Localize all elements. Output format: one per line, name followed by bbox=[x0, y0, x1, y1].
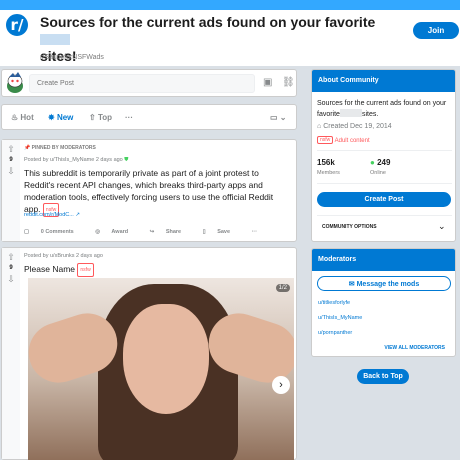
upvote-icon[interactable]: ⇧ bbox=[6, 144, 16, 155]
save-button[interactable]: ▯ Save bbox=[203, 229, 240, 235]
message-mods-button[interactable]: ✉ Message the mods bbox=[317, 276, 451, 291]
link-icon[interactable]: ⛓ bbox=[282, 77, 295, 88]
vote-score: 9 bbox=[9, 265, 13, 271]
members-label: Members bbox=[317, 170, 340, 176]
share-icon: ↪ bbox=[149, 229, 155, 235]
top-icon: ⇧ bbox=[89, 113, 96, 122]
post-image-gallery[interactable]: 1/2 › bbox=[28, 278, 294, 460]
award-button[interactable]: ◎ Award bbox=[95, 229, 138, 235]
sort-more[interactable]: ··· bbox=[125, 113, 133, 122]
upvote-icon[interactable]: ⇧ bbox=[6, 252, 16, 263]
view-toggle[interactable]: ▭ ⌄ bbox=[270, 113, 287, 122]
top-banner bbox=[0, 0, 460, 10]
vote-column: ⇧ 9 ⇩ bbox=[2, 248, 20, 459]
moderator-link[interactable]: u/titliesforlyfe bbox=[318, 300, 350, 306]
redacted-text bbox=[40, 34, 70, 45]
community-description: Sources for the current ads found on you… bbox=[317, 100, 447, 118]
back-to-top-button[interactable]: Back to Top bbox=[357, 369, 409, 384]
bookmark-icon: ▯ bbox=[202, 229, 206, 235]
created-date: ⌂ Created Dec 19, 2014 bbox=[317, 123, 392, 130]
create-post-input[interactable] bbox=[29, 74, 255, 93]
cake-icon: ⌂ bbox=[317, 123, 322, 130]
redacted-text bbox=[339, 109, 362, 117]
join-button[interactable]: Join bbox=[413, 22, 459, 39]
moderator-link[interactable]: u/pornpanther bbox=[318, 330, 352, 336]
create-post-button[interactable]: Create Post bbox=[317, 192, 451, 207]
external-link-icon: ↗ bbox=[75, 212, 80, 218]
card-view-icon: ▭ bbox=[270, 113, 278, 122]
pinned-post[interactable]: ⇧ 9 ⇩ 📌 PINNED BY MODERATORS Posted by u… bbox=[1, 139, 297, 242]
downvote-icon[interactable]: ⇩ bbox=[6, 166, 16, 177]
divider bbox=[317, 183, 452, 184]
adult-content-label: nsfw Adult content bbox=[317, 136, 370, 144]
flame-icon: ♨ bbox=[11, 113, 19, 122]
online-label: Online bbox=[370, 170, 386, 176]
mail-icon: ✉ bbox=[348, 280, 355, 288]
shield-icon: ⛊ bbox=[124, 157, 129, 163]
about-community-card: About Community Sources for the current … bbox=[311, 69, 456, 242]
online-count: ● 249 bbox=[370, 158, 391, 167]
moderator-link[interactable]: u/ThisIs_MyName bbox=[318, 315, 362, 321]
share-button[interactable]: ↪ Share bbox=[150, 229, 191, 235]
nsfw-tag: nsfw bbox=[77, 263, 94, 277]
subreddit-icon: r/ bbox=[4, 12, 30, 38]
post-title[interactable]: This subreddit is temporarily private as… bbox=[24, 167, 290, 217]
post-actions: ▢ 0 Comments ◎ Award ↪ Share ▯ Save ··· bbox=[24, 229, 267, 235]
sort-bar: ♨ Hot ✸ New ⇧ Top ··· ▭ ⌄ bbox=[1, 104, 297, 130]
sparkle-icon: ✸ bbox=[48, 113, 55, 122]
award-icon: ◎ bbox=[95, 229, 101, 235]
post[interactable]: ⇧ 9 ⇩ Posted by u/xBrunks 2 days ago Ple… bbox=[1, 247, 297, 460]
moderators-heading: Moderators bbox=[312, 249, 455, 271]
comments-button[interactable]: ▢ 0 Comments bbox=[24, 229, 84, 235]
about-heading: About Community bbox=[312, 70, 455, 92]
post-title[interactable]: Please Name nsfw bbox=[24, 263, 290, 277]
user-avatar[interactable] bbox=[5, 72, 25, 94]
chevron-right-icon: › bbox=[279, 379, 283, 391]
subreddit-name: r/SauceforNSFWads bbox=[40, 54, 104, 61]
subreddit-header: r/ Sources for the current ads found on … bbox=[0, 10, 460, 66]
sort-top[interactable]: ⇧ Top bbox=[89, 113, 112, 122]
post-link[interactable]: reddit.com/r/ModC... ↗ bbox=[24, 212, 80, 218]
sort-hot[interactable]: ♨ Hot bbox=[11, 113, 34, 122]
photo-face bbox=[123, 304, 209, 414]
vote-score: 9 bbox=[9, 157, 13, 163]
sort-new[interactable]: ✸ New bbox=[48, 113, 73, 122]
pin-icon: 📌 bbox=[24, 145, 31, 151]
chevron-down-icon: ⌄ bbox=[279, 113, 287, 122]
downvote-icon[interactable]: ⇩ bbox=[6, 274, 16, 285]
more-options-button[interactable]: ··· bbox=[252, 229, 258, 235]
online-dot-icon: ● bbox=[370, 158, 375, 167]
community-options[interactable]: COMMUNITY OPTIONS bbox=[322, 224, 377, 230]
gallery-counter: 1/2 bbox=[275, 284, 290, 292]
post-meta: Posted by u/ThisIs_MyName 2 days ago ⛊ bbox=[24, 157, 129, 163]
divider bbox=[317, 150, 452, 151]
next-image-button[interactable]: › bbox=[272, 376, 290, 394]
create-post-bar: ▣ ⛓ bbox=[1, 69, 297, 97]
view-all-moderators-link[interactable]: VIEW ALL MODERATORS bbox=[384, 345, 445, 351]
chevron-down-icon[interactable]: ⌄ bbox=[438, 221, 446, 232]
image-icon[interactable]: ▣ bbox=[263, 77, 272, 88]
post-meta: Posted by u/xBrunks 2 days ago bbox=[24, 253, 103, 259]
divider bbox=[317, 215, 452, 216]
moderators-card: Moderators ✉ Message the mods u/titliesf… bbox=[311, 248, 456, 357]
members-count: 156k bbox=[317, 158, 335, 167]
vote-column: ⇧ 9 ⇩ bbox=[2, 140, 20, 241]
comment-icon: ▢ bbox=[24, 229, 30, 235]
pinned-label: 📌 PINNED BY MODERATORS bbox=[24, 145, 96, 151]
